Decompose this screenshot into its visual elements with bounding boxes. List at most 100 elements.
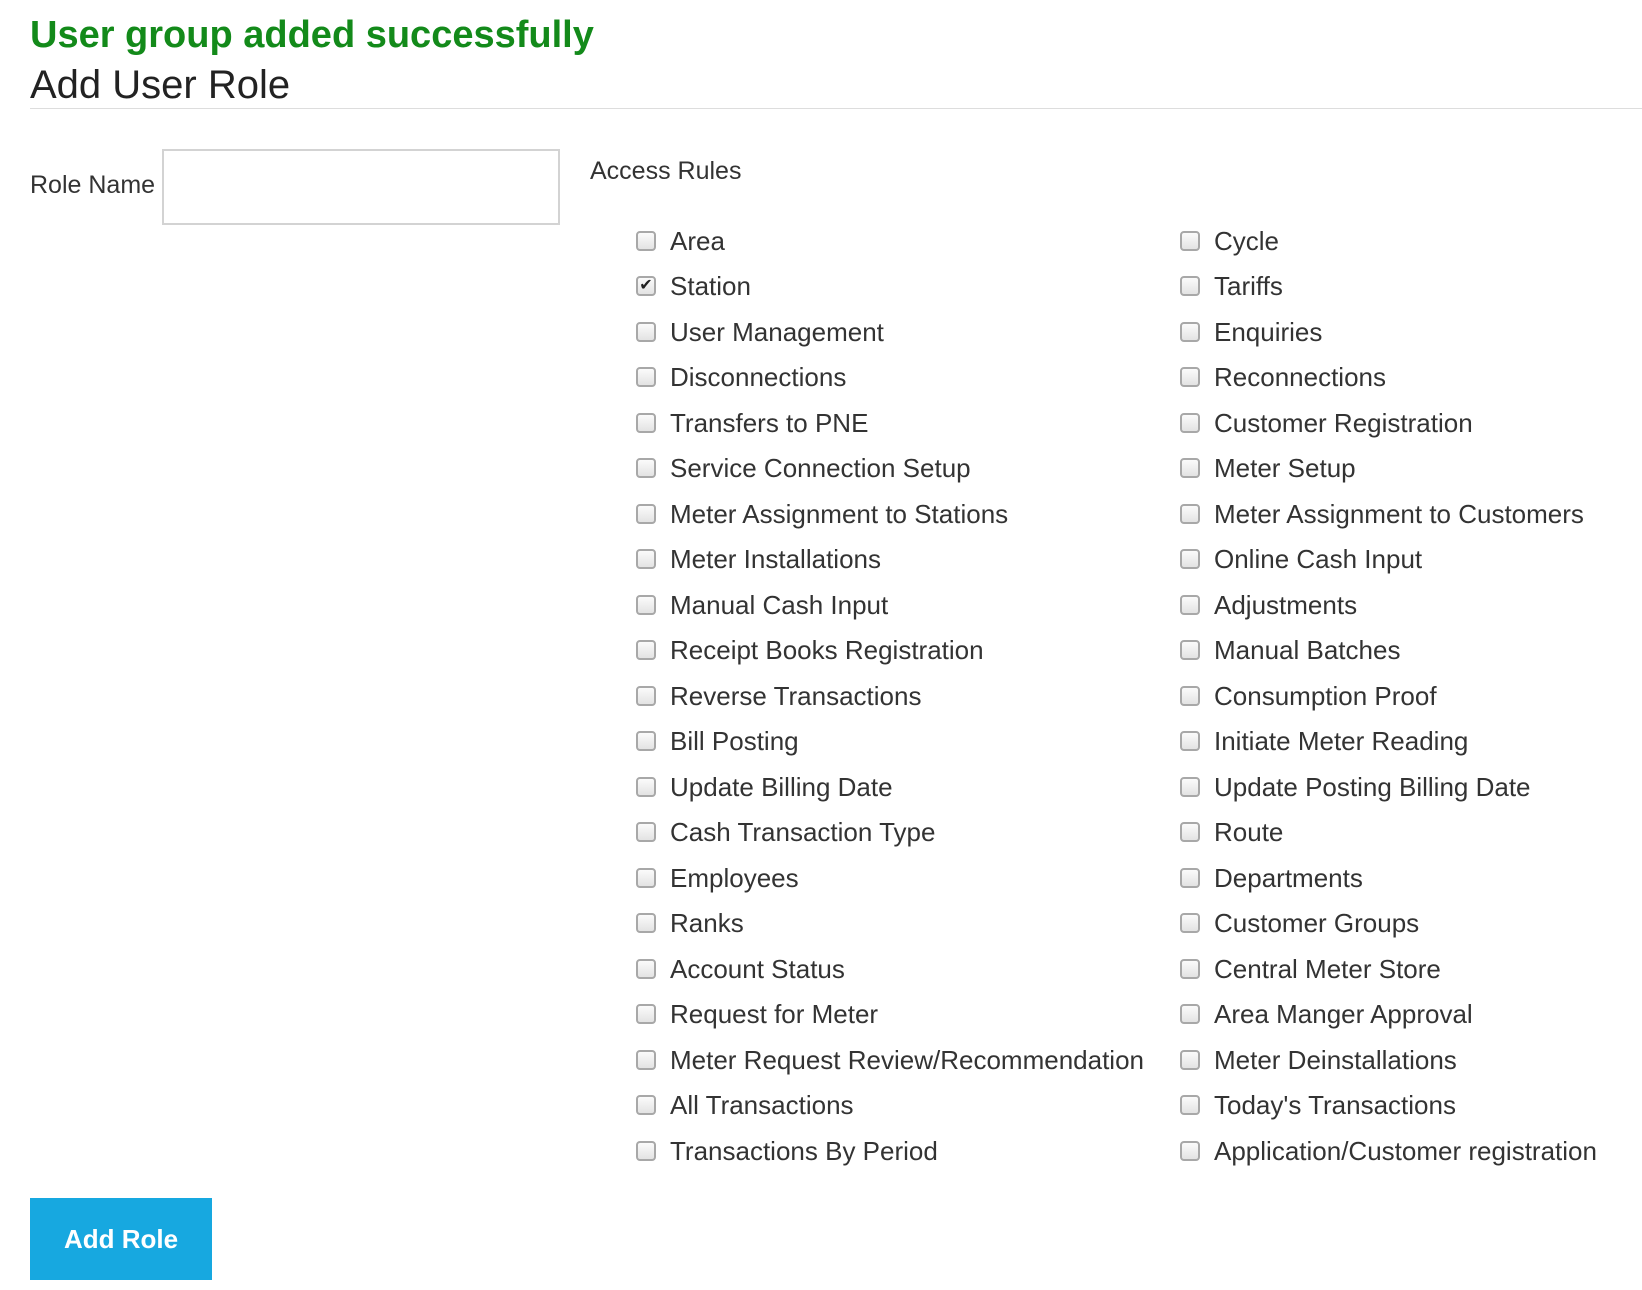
checkbox[interactable] xyxy=(1180,230,1200,251)
checkbox[interactable] xyxy=(1180,412,1200,433)
checkbox[interactable] xyxy=(1180,458,1200,479)
checkbox[interactable] xyxy=(636,321,656,342)
checkbox[interactable] xyxy=(636,1004,656,1025)
checkbox[interactable] xyxy=(1180,1140,1200,1161)
access-rule-item[interactable]: Ranks xyxy=(636,901,1180,947)
checkbox[interactable] xyxy=(636,822,656,843)
access-rule-item[interactable]: Meter Assignment to Customers xyxy=(1180,491,1620,537)
access-rule-label: Consumption Proof xyxy=(1214,680,1437,711)
access-rule-item[interactable]: Central Meter Store xyxy=(1180,946,1620,992)
checkbox[interactable] xyxy=(636,412,656,433)
access-rule-label: Online Cash Input xyxy=(1214,544,1423,575)
checkbox[interactable] xyxy=(1180,549,1200,570)
checkbox[interactable] xyxy=(636,458,656,479)
checkbox[interactable] xyxy=(636,913,656,934)
checkbox[interactable] xyxy=(636,1140,656,1161)
access-rule-item[interactable]: Meter Setup xyxy=(1180,446,1620,492)
access-rule-item[interactable]: Transactions By Period xyxy=(636,1128,1180,1174)
access-rule-item[interactable]: ✔ Station xyxy=(636,264,1180,310)
checkbox[interactable] xyxy=(636,594,656,615)
checkbox[interactable] xyxy=(636,776,656,797)
access-rule-item[interactable]: All Transactions xyxy=(636,1083,1180,1129)
checkbox[interactable] xyxy=(1180,1095,1200,1116)
access-rule-label: Area xyxy=(670,225,725,256)
role-name-input[interactable] xyxy=(162,149,560,225)
checkbox[interactable] xyxy=(636,1049,656,1070)
access-rule-item[interactable]: Meter Installations xyxy=(636,537,1180,583)
access-rule-item[interactable]: Area Manger Approval xyxy=(1180,992,1620,1038)
access-rule-item[interactable]: Adjustments xyxy=(1180,582,1620,628)
checkbox[interactable] xyxy=(1180,503,1200,524)
access-rule-label: Transactions By Period xyxy=(670,1135,938,1166)
access-rule-item[interactable]: Route xyxy=(1180,810,1620,856)
checkbox[interactable] xyxy=(636,958,656,979)
checkbox[interactable] xyxy=(1180,685,1200,706)
checkbox[interactable]: ✔ xyxy=(636,276,656,297)
access-rule-item[interactable]: Cash Transaction Type xyxy=(636,810,1180,856)
checkbox[interactable] xyxy=(636,367,656,388)
access-rule-label: Customer Registration xyxy=(1214,407,1473,438)
access-rule-label: Reconnections xyxy=(1214,362,1386,393)
access-rule-item[interactable]: Meter Deinstallations xyxy=(1180,1037,1620,1083)
access-rule-item[interactable]: Manual Cash Input xyxy=(636,582,1180,628)
access-rule-label: User Management xyxy=(670,316,884,347)
access-rule-item[interactable]: Customer Registration xyxy=(1180,400,1620,446)
access-rule-label: Manual Batches xyxy=(1214,635,1401,666)
access-rule-item[interactable]: Meter Request Review/Recommendation xyxy=(636,1037,1180,1083)
access-rule-item[interactable]: Service Connection Setup xyxy=(636,446,1180,492)
access-rule-item[interactable]: Enquiries xyxy=(1180,309,1620,355)
add-role-button[interactable]: Add Role xyxy=(30,1198,212,1280)
access-rule-item[interactable]: Customer Groups xyxy=(1180,901,1620,947)
access-rule-item[interactable]: Employees xyxy=(636,855,1180,901)
access-rule-item[interactable]: Bill Posting xyxy=(636,719,1180,765)
access-rule-item[interactable]: Initiate Meter Reading xyxy=(1180,719,1620,765)
access-rule-label: Adjustments xyxy=(1214,589,1358,620)
checkbox[interactable] xyxy=(636,731,656,752)
access-rule-item[interactable]: Update Posting Billing Date xyxy=(1180,764,1620,810)
checkbox[interactable] xyxy=(1180,731,1200,752)
access-rule-item[interactable]: Disconnections xyxy=(636,355,1180,401)
checkbox[interactable] xyxy=(636,867,656,888)
access-rule-item[interactable]: Application/Customer registration xyxy=(1180,1128,1620,1174)
checkbox[interactable] xyxy=(1180,640,1200,661)
access-rule-item[interactable]: Reverse Transactions xyxy=(636,673,1180,719)
access-rule-item[interactable]: Cycle xyxy=(1180,218,1620,264)
checkbox[interactable] xyxy=(1180,321,1200,342)
checkbox[interactable] xyxy=(1180,276,1200,297)
checkbox[interactable] xyxy=(1180,867,1200,888)
checkbox[interactable] xyxy=(1180,822,1200,843)
access-rule-item[interactable]: Meter Assignment to Stations xyxy=(636,491,1180,537)
checkbox[interactable] xyxy=(636,230,656,251)
checkbox[interactable] xyxy=(636,685,656,706)
checkbox[interactable] xyxy=(636,503,656,524)
access-rule-item[interactable]: Receipt Books Registration xyxy=(636,628,1180,674)
access-rule-item[interactable]: Request for Meter xyxy=(636,992,1180,1038)
access-rule-item[interactable]: Transfers to PNE xyxy=(636,400,1180,446)
access-rule-item[interactable]: Online Cash Input xyxy=(1180,537,1620,583)
access-rule-item[interactable]: Account Status xyxy=(636,946,1180,992)
checkbox[interactable] xyxy=(636,1095,656,1116)
access-rule-item[interactable]: User Management xyxy=(636,309,1180,355)
access-rule-item[interactable]: Today's Transactions xyxy=(1180,1083,1620,1129)
access-rule-label: Meter Installations xyxy=(670,544,881,575)
access-rule-item[interactable]: Consumption Proof xyxy=(1180,673,1620,719)
checkbox[interactable] xyxy=(636,549,656,570)
checkbox[interactable] xyxy=(1180,958,1200,979)
checkbox[interactable] xyxy=(1180,1049,1200,1070)
access-rule-item[interactable]: Tariffs xyxy=(1180,264,1620,310)
checkbox[interactable] xyxy=(1180,913,1200,934)
access-rule-label: Meter Assignment to Stations xyxy=(670,498,1009,529)
access-rule-item[interactable]: Manual Batches xyxy=(1180,628,1620,674)
access-rule-item[interactable]: Update Billing Date xyxy=(636,764,1180,810)
access-rule-label: Route xyxy=(1214,817,1284,848)
checkbox[interactable] xyxy=(1180,1004,1200,1025)
access-rule-label: Meter Deinstallations xyxy=(1214,1044,1457,1075)
access-rule-label: Cash Transaction Type xyxy=(670,817,936,848)
checkbox[interactable] xyxy=(1180,594,1200,615)
checkbox[interactable] xyxy=(1180,367,1200,388)
checkbox[interactable] xyxy=(636,640,656,661)
access-rule-item[interactable]: Departments xyxy=(1180,855,1620,901)
access-rule-item[interactable]: Area xyxy=(636,218,1180,264)
access-rule-item[interactable]: Reconnections xyxy=(1180,355,1620,401)
checkbox[interactable] xyxy=(1180,776,1200,797)
